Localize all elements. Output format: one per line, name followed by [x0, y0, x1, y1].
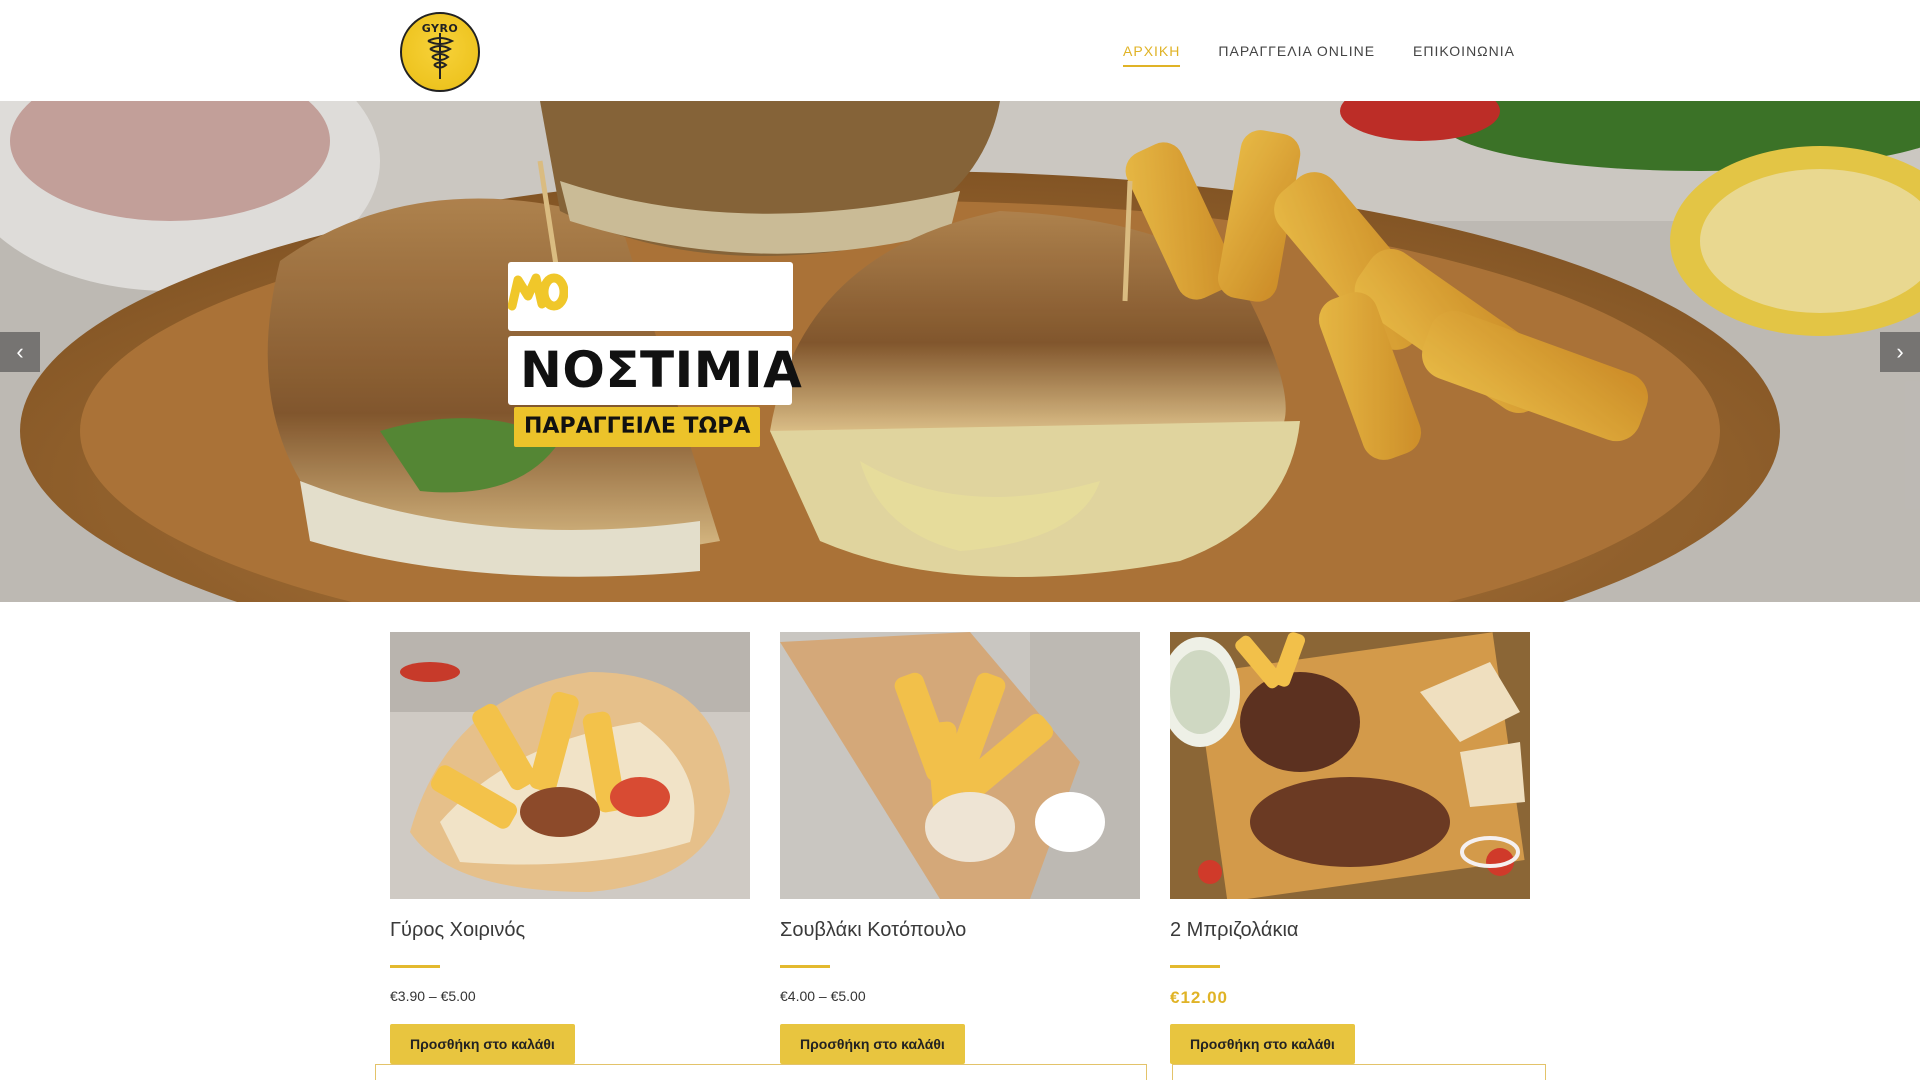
nav-contact[interactable]: ΕΠΙΚΟΙΝΩΝΙΑ: [1413, 35, 1515, 67]
nav-home[interactable]: ΑΡΧΙΚΗ: [1123, 35, 1181, 67]
bottom-panel-right: [1172, 1064, 1546, 1080]
title-underline: [1170, 965, 1220, 968]
hero-title: ΝΟΣΤΙΜΙΑ: [508, 336, 802, 405]
title-underline: [780, 965, 830, 968]
product-price: €3.90 – €5.00: [390, 988, 476, 1004]
gyro-spit-icon: [427, 32, 455, 79]
hero-food-image: [0, 101, 1920, 602]
add-to-cart-button[interactable]: Προσθήκη στο καλάθι: [1170, 1024, 1355, 1064]
product-title[interactable]: Γύρος Χοιρινός: [390, 919, 750, 943]
chevron-left-icon: ‹: [16, 339, 24, 364]
product-price: €4.00 – €5.00: [780, 988, 866, 1004]
product-image-gyros[interactable]: [390, 632, 750, 899]
site-logo[interactable]: GYRO: [400, 12, 480, 92]
chevron-right-icon: ›: [1896, 339, 1904, 364]
product-card: Σουβλάκι Κοτόπουλο €4.00 – €5.00 Προσθήκ…: [780, 632, 1140, 1064]
hero-tag-brush-text: [508, 273, 568, 311]
main-nav: ΑΡΧΙΚΗ ΠΑΡΑΓΓΕΛΙΑ ONLINE ΕΠΙΚΟΙΝΩΝΙΑ: [1123, 0, 1515, 101]
product-card: 2 Μπριζολάκια €12.00 Προσθήκη στο καλάθι: [1170, 632, 1530, 1064]
product-image-souvlaki[interactable]: [780, 632, 1140, 899]
product-image-chops[interactable]: [1170, 632, 1530, 899]
site-header: GYRO ΑΡΧΙΚΗ ΠΑΡΑΓΓΕΛΙΑ ONLINE ΕΠΙΚΟΙΝΩΝΙ…: [0, 0, 1920, 101]
slider-prev-button[interactable]: ‹: [0, 332, 40, 372]
product-title[interactable]: 2 Μπριζολάκια: [1170, 919, 1530, 943]
bottom-panel-left: [375, 1064, 1147, 1080]
title-underline: [390, 965, 440, 968]
featured-products: Γύρος Χοιρινός €3.90 – €5.00 Προσθήκη στ…: [390, 632, 1530, 1064]
nav-order-online[interactable]: ΠΑΡΑΓΓΕΛΙΑ ONLINE: [1218, 35, 1375, 67]
product-price: €12.00: [1170, 988, 1228, 1007]
add-to-cart-button[interactable]: Προσθήκη στο καλάθι: [390, 1024, 575, 1064]
slider-next-button[interactable]: ›: [1880, 332, 1920, 372]
hero-slider: ‹ › ΝΟΣΤΙΜΙΑ ΠΑΡΑΓΓΕΙΛΕ ΤΩΡΑ: [0, 101, 1920, 602]
add-to-cart-button[interactable]: Προσθήκη στο καλάθι: [780, 1024, 965, 1064]
hero-order-now-button[interactable]: ΠΑΡΑΓΓΕΙΛΕ ΤΩΡΑ: [514, 407, 761, 447]
hero-tag-box: [508, 262, 793, 331]
product-title[interactable]: Σουβλάκι Κοτόπουλο: [780, 919, 1140, 943]
product-card: Γύρος Χοιρινός €3.90 – €5.00 Προσθήκη στ…: [390, 632, 750, 1064]
